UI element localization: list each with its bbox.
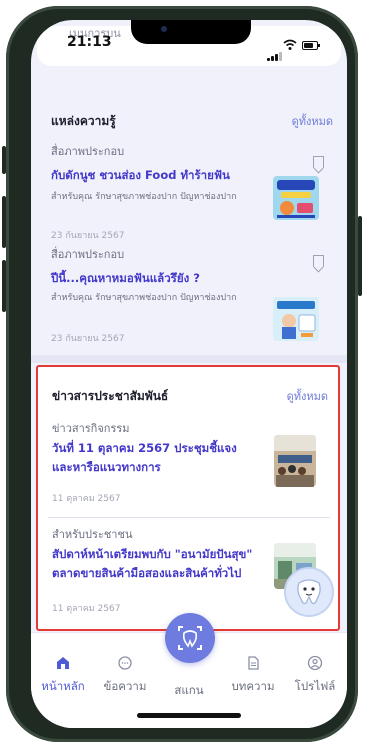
volume-up-button	[2, 196, 6, 248]
document-icon	[248, 656, 259, 670]
card-title: ปีนี้...คุณหาหมอฟันแล้วรึยัง ?	[51, 271, 200, 285]
card-thumbnail	[274, 435, 316, 487]
news-card-1[interactable]: ข่าวสารกิจกรรม วันที่ 11 ตุลาคม 2567 ประ…	[52, 419, 334, 509]
status-time: 21:13	[67, 34, 112, 50]
knowledge-card-2[interactable]: สื่อภาพประกอบ ปีนี้...คุณหาหมอฟันแล้วรึย…	[51, 245, 333, 355]
signal-icon	[267, 42, 283, 61]
news-section-title: ข่าวสารประชาสัมพันธ์	[52, 389, 169, 403]
tab-label: ข้อความ	[103, 679, 147, 693]
bottom-tab-bar: หน้าหลัก ข้อความ สแกน บทความ โปรไฟล์	[31, 613, 347, 728]
card-thumbnail	[273, 297, 319, 341]
news-highlight-box: ข่าวสารประชาสัมพันธ์ ดูทั้งหมด ข่าวสารกิ…	[36, 365, 340, 631]
card-tags: สำหรับคุณ รักษาสุขภาพช่องปาก ปัญหาช่องปา…	[51, 192, 237, 202]
power-button	[358, 216, 362, 296]
tab-messages[interactable]: ข้อความ	[95, 655, 155, 696]
mute-switch	[2, 146, 6, 174]
card-category: สื่อภาพประกอบ	[51, 248, 125, 261]
tab-scan[interactable]: สแกน	[159, 679, 219, 700]
chat-icon	[118, 656, 132, 670]
card-date: 23 กันยายน 2567	[51, 334, 125, 344]
knowledge-see-all-link[interactable]: ดูทั้งหมด	[292, 112, 333, 130]
battery-icon	[302, 41, 320, 50]
wifi-icon	[283, 39, 297, 50]
tab-label: หน้าหลัก	[41, 679, 85, 693]
bookmark-icon[interactable]	[313, 255, 324, 267]
card-category: สำหรับประชาชน	[52, 528, 133, 541]
card-date: 11 ตุลาคม 2567	[52, 494, 121, 504]
notch	[131, 20, 251, 44]
news-section-header: ข่าวสารประชาสัมพันธ์ ดูทั้งหมด	[52, 387, 334, 405]
card-date: 23 กันยายน 2567	[51, 231, 125, 241]
tab-articles[interactable]: บทความ	[223, 655, 283, 696]
home-indicator	[137, 713, 241, 718]
news-see-all-link[interactable]: ดูทั้งหมด	[287, 387, 328, 405]
card-thumbnail	[273, 176, 319, 220]
card-title: กับดักนูช ชวนส่อง Food ทำร้ายฟัน	[51, 168, 230, 182]
tab-profile[interactable]: โปรไฟล์	[285, 655, 345, 696]
news-divider	[48, 517, 330, 518]
tooth-mascot-icon[interactable]	[284, 567, 334, 617]
user-icon	[307, 655, 323, 671]
knowledge-section-header: แหล่งความรู้ ดูทั้งหมด	[51, 112, 333, 130]
card-title: สัปดาห์หน้าเตรียมพบกับ "อนามัยปันสุข" ตล…	[52, 547, 253, 580]
knowledge-section-title: แหล่งความรู้	[51, 114, 116, 128]
tab-home[interactable]: หน้าหลัก	[33, 655, 93, 696]
tab-label: บทความ	[231, 679, 275, 693]
tooth-scan-icon	[178, 626, 202, 650]
card-category: สื่อภาพประกอบ	[51, 145, 125, 158]
news-card-2[interactable]: สำหรับประชาชน สัปดาห์หน้าเตรียมพบกับ "อน…	[52, 525, 334, 620]
home-icon	[57, 657, 69, 669]
tab-label: โปรไฟล์	[294, 679, 336, 693]
scan-button[interactable]	[165, 613, 215, 663]
card-title: วันที่ 11 ตุลาคม 2567 ประชุมชี้แจงและหาร…	[52, 441, 237, 474]
volume-down-button	[2, 260, 6, 312]
card-tags: สำหรับคุณ รักษาสุขภาพช่องปาก ปัญหาช่องปา…	[51, 293, 237, 303]
app-screen: เมนการบน 21:13 แหล่งความรู้ ดูทั้งหมด สื…	[31, 20, 347, 728]
knowledge-card-1[interactable]: สื่อภาพประกอบ กับดักนูช ชวนส่อง Food ทำร…	[51, 142, 333, 242]
section-divider	[31, 355, 347, 363]
card-date: 11 ตุลาคม 2567	[52, 604, 121, 614]
tab-label: สแกน	[174, 683, 204, 697]
card-category: ข่าวสารกิจกรรม	[52, 422, 130, 435]
bookmark-icon[interactable]	[313, 156, 324, 168]
